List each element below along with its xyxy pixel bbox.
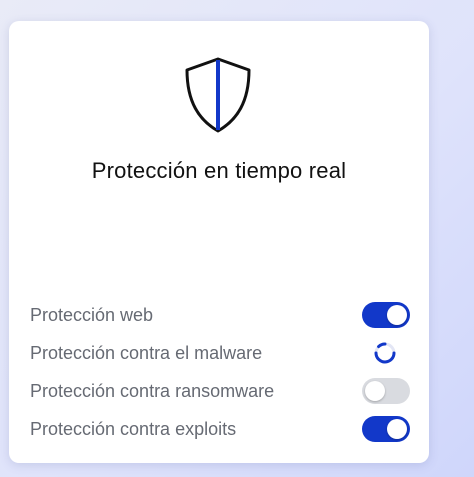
- realtime-protection-card: Protección en tiempo real Protección web…: [9, 21, 429, 463]
- protection-row-exploits: Protección contra exploits: [30, 414, 410, 444]
- protection-label-web: Protección web: [30, 305, 154, 325]
- toggle-knob: [365, 381, 385, 401]
- protection-label-ransomware: Protección contra ransomware: [30, 381, 275, 401]
- shield-icon: [185, 57, 251, 133]
- exploit-protection-toggle[interactable]: [362, 416, 410, 442]
- web-protection-toggle[interactable]: [362, 302, 410, 328]
- protection-row-malware: Protección contra el malware: [30, 338, 410, 368]
- protection-row-web: Protección web: [30, 300, 410, 330]
- ransomware-protection-toggle[interactable]: [362, 378, 410, 404]
- protection-label-malware: Protección contra el malware: [30, 343, 263, 363]
- toggle-knob: [387, 305, 407, 325]
- protection-row-ransomware: Protección contra ransomware: [30, 376, 410, 406]
- protection-label-exploits: Protección contra exploits: [30, 419, 237, 439]
- toggle-knob: [387, 419, 407, 439]
- loading-spinner-icon: [374, 342, 396, 364]
- page-title: Protección en tiempo real: [91, 158, 347, 183]
